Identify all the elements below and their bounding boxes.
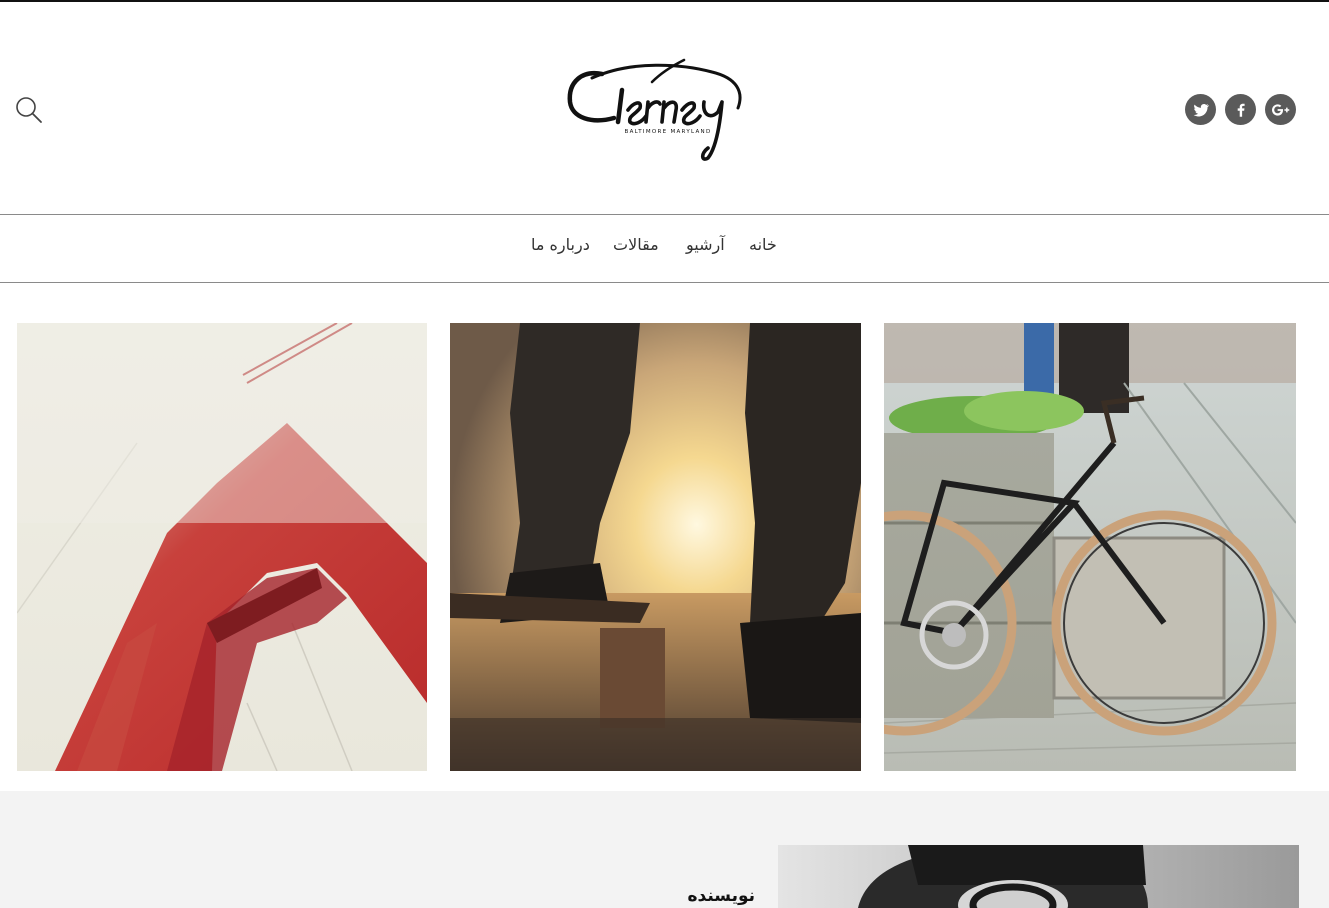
gallery-photo-bicycle[interactable] — [884, 323, 1296, 771]
author-heading: نویسنده — [687, 886, 755, 906]
logo-tagline: BALTIMORE MARYLAND — [624, 129, 712, 135]
site-header: BALTIMORE MARYLAND — [0, 2, 1329, 214]
nav-item-home[interactable]: خانه — [749, 235, 777, 254]
author-photo — [778, 845, 1299, 908]
gallery-photo-skateboard[interactable] — [450, 323, 861, 771]
search-icon[interactable] — [14, 95, 44, 125]
nav-item-articles[interactable]: مقالات — [613, 235, 659, 254]
logo-wordmark-graphic — [567, 58, 742, 161]
nav-item-about[interactable]: درباره ما — [531, 235, 590, 254]
nav-bottom-divider — [0, 282, 1329, 283]
author-section: نویسنده — [0, 791, 1329, 908]
site-logo[interactable]: BALTIMORE MARYLAND — [562, 52, 752, 167]
twitter-icon[interactable] — [1185, 94, 1216, 125]
gallery-photo-bridge[interactable] — [17, 323, 427, 771]
main-nav: خانه آرشیو مقالات درباره ما — [0, 215, 1329, 282]
facebook-icon[interactable] — [1225, 94, 1256, 125]
google-plus-icon[interactable] — [1265, 94, 1296, 125]
nav-item-archive[interactable]: آرشیو — [686, 235, 725, 254]
